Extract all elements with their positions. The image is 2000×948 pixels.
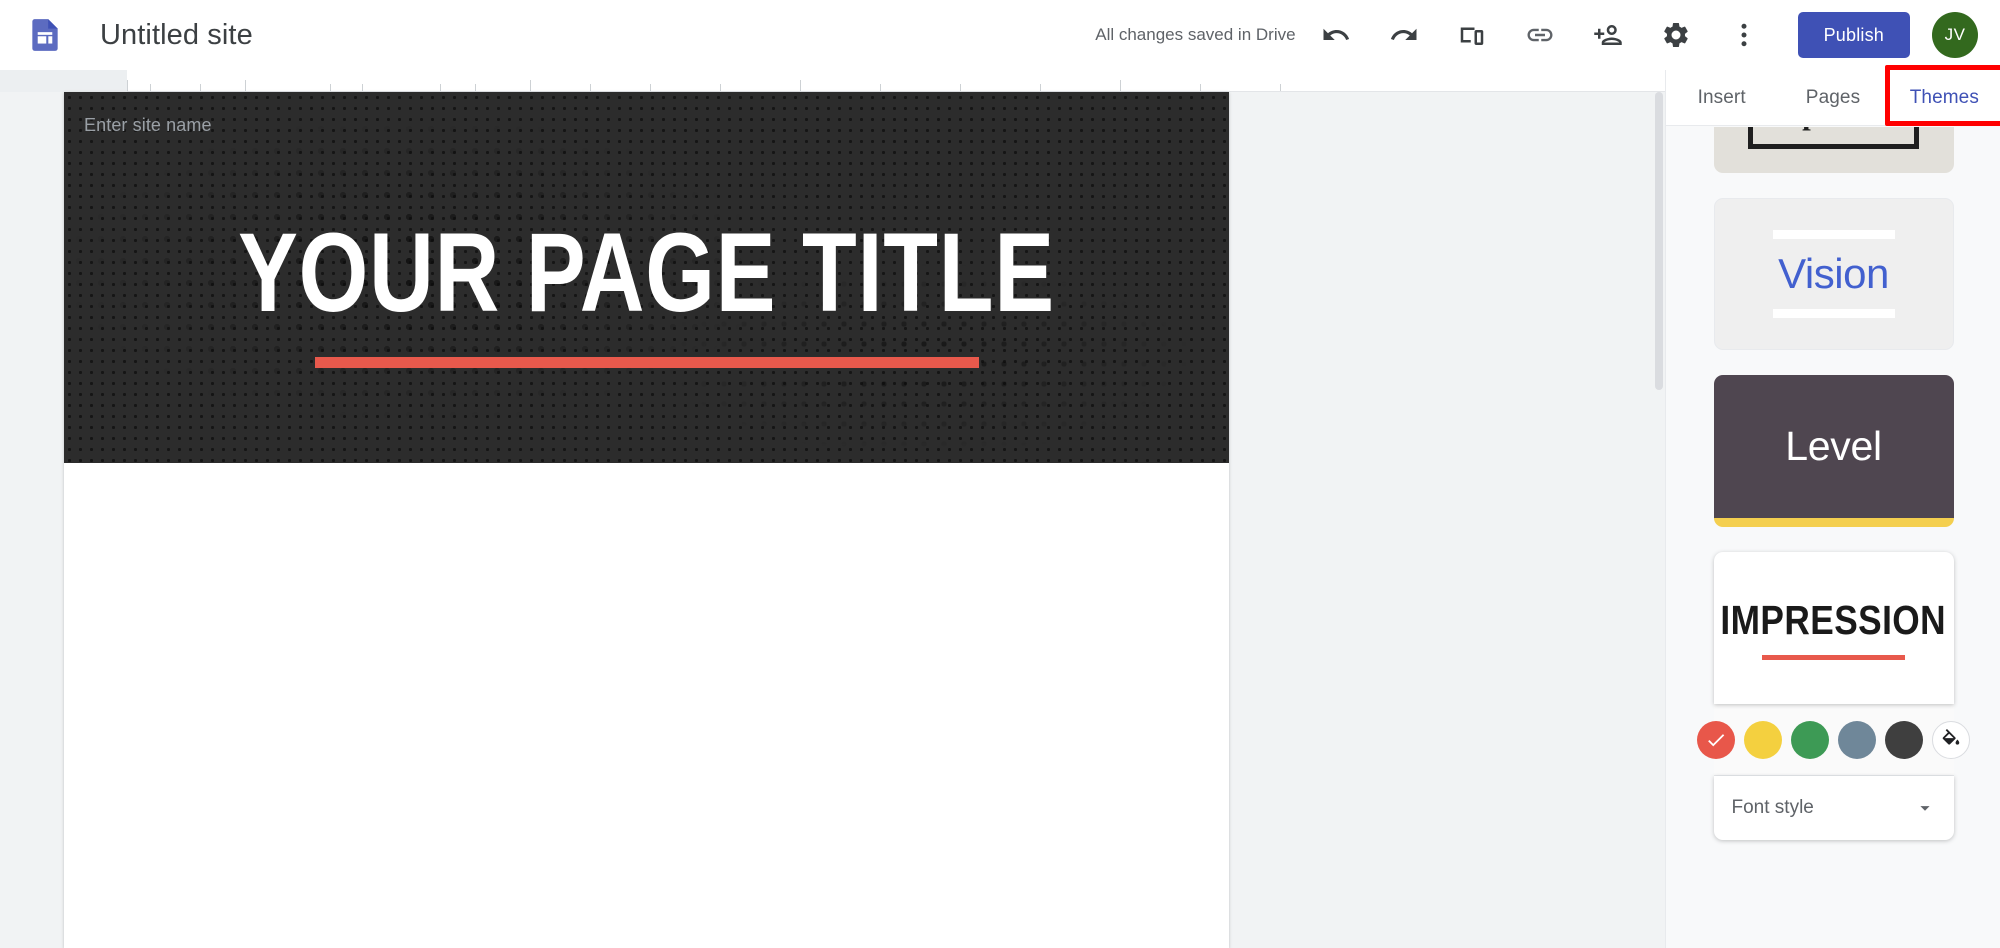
theme-card-diplomat[interactable]: Diplomat — [1713, 127, 1954, 173]
page-body-area[interactable] — [64, 463, 1229, 948]
theme-label-impression: IMPRESSION — [1720, 596, 1947, 643]
check-icon — [1708, 733, 1725, 746]
themes-sidebar: Insert Pages Themes Diplomat Vision Leve… — [1665, 65, 2000, 948]
diplomat-bracket-frame: Diplomat — [1747, 127, 1920, 149]
avatar[interactable]: JV — [1932, 12, 1978, 58]
link-icon — [1527, 28, 1553, 42]
site-name-input[interactable]: Enter site name — [84, 115, 212, 136]
color-swatch-green[interactable] — [1791, 720, 1829, 759]
color-swatch-slate[interactable] — [1838, 720, 1876, 759]
font-style-label: Font style — [1731, 797, 1814, 818]
custom-color-button[interactable] — [1932, 720, 1970, 759]
undo-button[interactable] — [1308, 7, 1364, 63]
settings-button[interactable] — [1648, 7, 1704, 63]
tab-insert[interactable]: Insert — [1666, 70, 1777, 126]
vision-rule-top — [1772, 230, 1895, 239]
canvas-scrollbar[interactable] — [1652, 92, 1665, 948]
color-swatch-red[interactable] — [1697, 720, 1735, 759]
chevron-down-icon — [1919, 806, 1930, 811]
page-banner[interactable]: Enter site name YOUR PAGE TITLE — [64, 92, 1229, 463]
person-add-icon — [1593, 25, 1622, 45]
top-app-bar: Untitled site All changes saved in Drive — [0, 0, 2000, 70]
publish-button[interactable]: Publish — [1797, 12, 1910, 58]
gear-icon — [1663, 22, 1688, 48]
tab-themes[interactable]: Themes — [1889, 70, 2000, 126]
theme-card-impression[interactable]: IMPRESSION — [1713, 552, 1954, 704]
preview-icon — [1460, 27, 1483, 45]
redo-button[interactable] — [1376, 7, 1432, 63]
site-page: Enter site name YOUR PAGE TITLE — [64, 92, 1229, 948]
preview-button[interactable] — [1444, 7, 1500, 63]
color-swatch-yellow[interactable] — [1744, 720, 1782, 759]
color-swatch-dark[interactable] — [1885, 720, 1923, 759]
save-status-text: All changes saved in Drive — [1095, 25, 1296, 44]
sidebar-tab-bar: Insert Pages Themes — [1666, 65, 2000, 126]
copy-link-button[interactable] — [1512, 7, 1568, 63]
site-title[interactable]: Untitled site — [100, 19, 253, 52]
more-options-button[interactable] — [1716, 7, 1772, 63]
tab-pages[interactable]: Pages — [1777, 70, 1888, 126]
site-canvas-region: Enter site name YOUR PAGE TITLE — [0, 70, 1665, 948]
paint-bucket-icon — [1942, 728, 1960, 745]
canvas-scrollbar-thumb[interactable] — [1655, 92, 1663, 390]
vision-rule-bottom — [1772, 309, 1895, 318]
theme-label-level: Level — [1785, 423, 1882, 469]
canvas-ruler — [0, 70, 1665, 92]
undo-icon — [1323, 28, 1349, 40]
theme-card-level[interactable]: Level — [1713, 375, 1954, 527]
theme-label-vision: Vision — [1778, 250, 1889, 297]
redo-icon — [1390, 28, 1417, 40]
google-sites-icon[interactable] — [26, 16, 64, 54]
page-title[interactable]: YOUR PAGE TITLE — [181, 217, 1113, 329]
font-style-selector[interactable]: Font style — [1713, 776, 1954, 840]
title-accent-rule — [314, 357, 979, 368]
banner-content: YOUR PAGE TITLE — [64, 217, 1229, 368]
theme-card-vision[interactable]: Vision — [1713, 198, 1954, 350]
theme-label-diplomat: Diplomat — [1771, 127, 1897, 132]
ruler-margin-indicator — [0, 70, 127, 92]
share-button[interactable] — [1580, 7, 1636, 63]
theme-list[interactable]: Diplomat Vision Level IMPRESSION — [1666, 127, 2000, 948]
theme-color-swatches — [1697, 704, 1970, 776]
more-vert-icon — [1741, 23, 1747, 47]
impression-accent-rule — [1762, 654, 1905, 660]
